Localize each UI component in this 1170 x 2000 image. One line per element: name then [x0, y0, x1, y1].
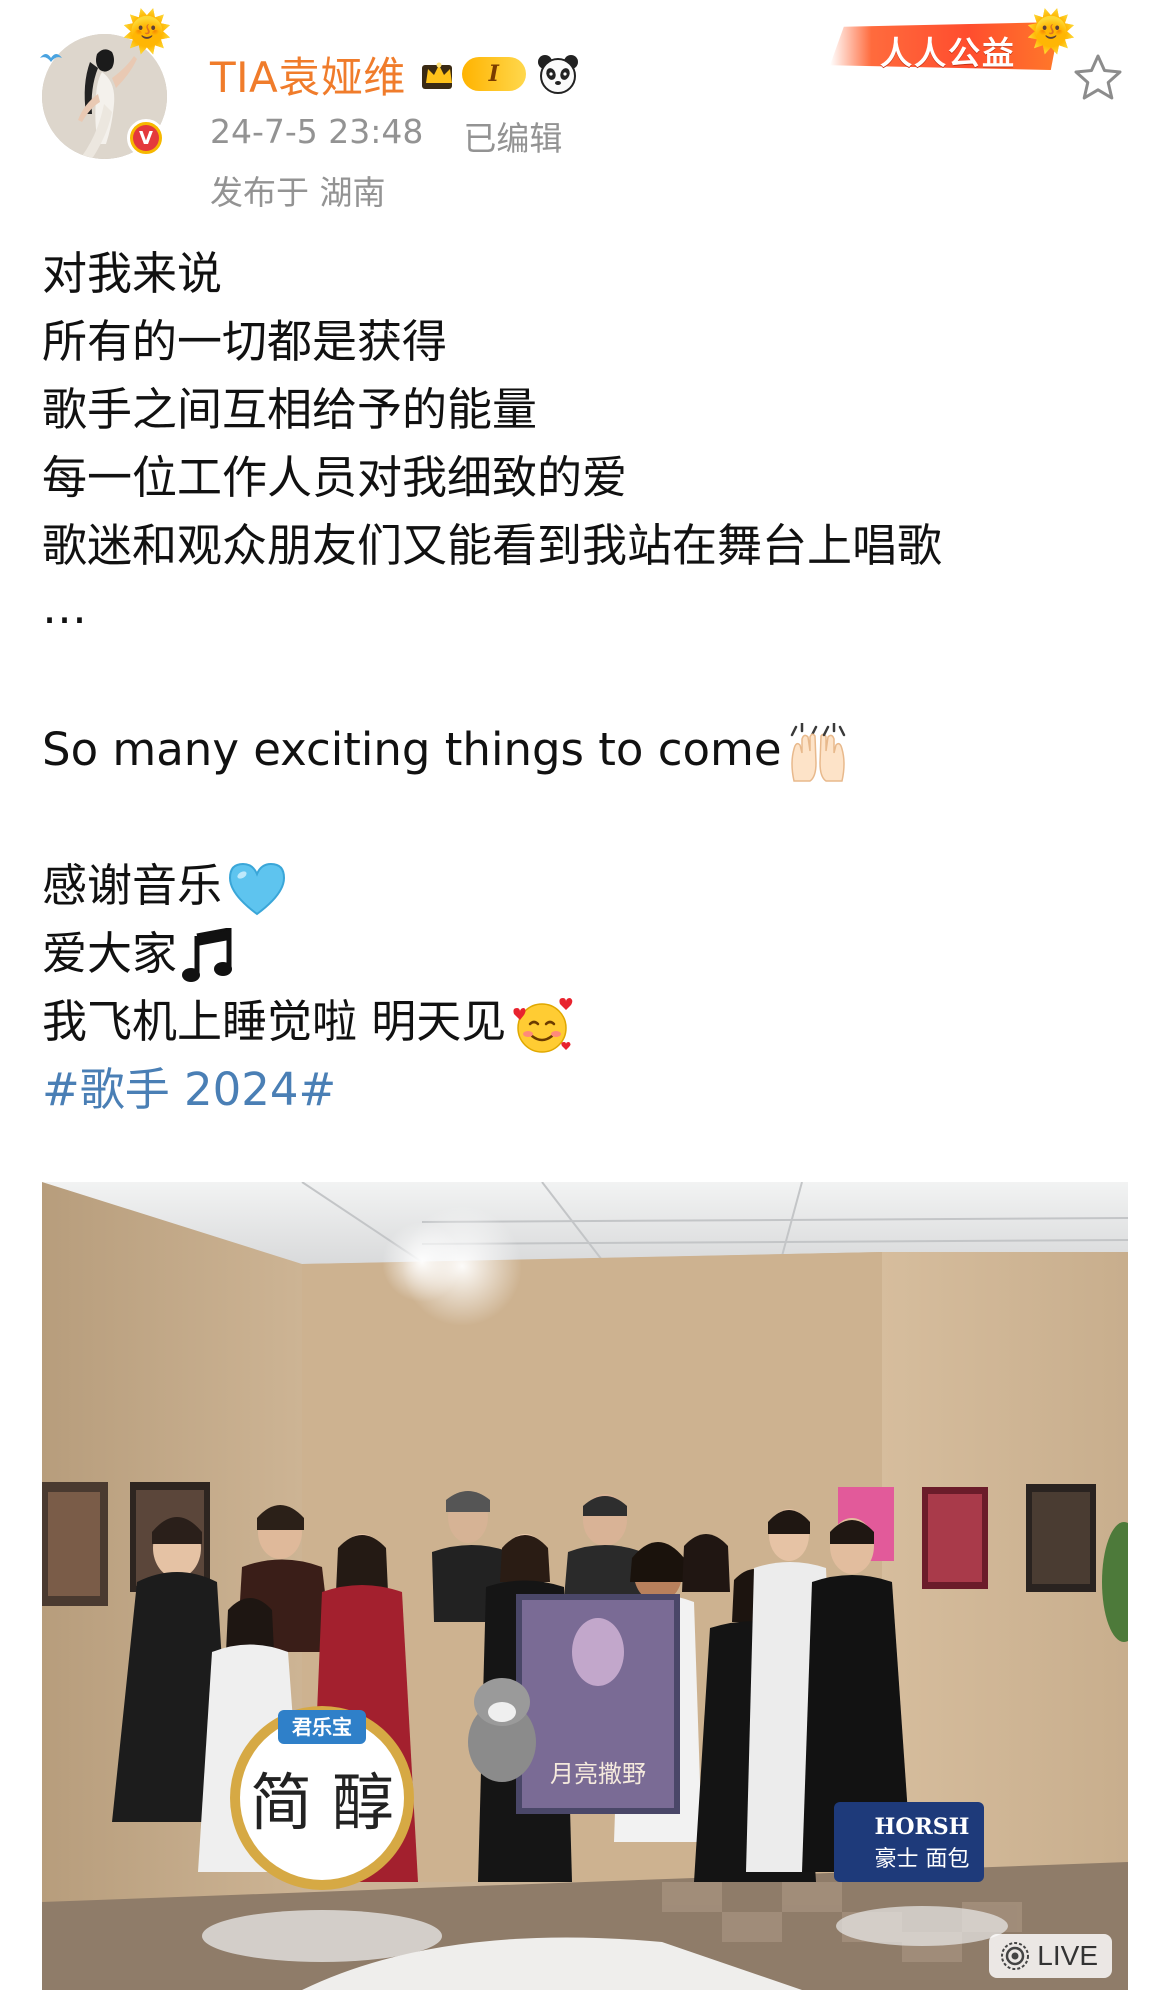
post-header: 🌞 V TIA袁娅维 I 24-7-5 23:48 已编辑 发布于 湖南 人人公… [0, 0, 1170, 220]
live-label: LIVE [1037, 1940, 1098, 1971]
author-name-row: TIA袁娅维 I [210, 44, 580, 104]
panda-icon[interactable] [536, 52, 580, 96]
sign-horsh: HORSH 豪士 面包 [834, 1802, 1008, 1946]
post-text-line: 我飞机上睡觉啦 明天见 [42, 988, 1132, 1056]
post-text-line: #歌手 2024# [42, 1056, 1132, 1124]
post-text-line: 感谢音乐 [42, 852, 1132, 920]
post-location: 发布于 湖南 [210, 173, 386, 212]
svg-text:君乐宝: 君乐宝 [292, 1715, 352, 1739]
live-badge[interactable]: LIVE [989, 1934, 1112, 1978]
post-text: 我飞机上睡觉啦 明天见 [42, 995, 507, 1048]
member-badge[interactable]: I [420, 54, 526, 94]
post-text-line: 爱大家 [42, 920, 1132, 988]
live-icon [1001, 1942, 1030, 1970]
blue-heart-icon [229, 862, 286, 916]
post-text-line: 歌手之间互相给予的能量 [42, 383, 538, 436]
bird-icon [40, 54, 62, 62]
album-poster: 月亮撒野 [516, 1594, 680, 1814]
charity-badge-label: 人人公益 [880, 34, 1017, 72]
star-icon[interactable] [1072, 52, 1124, 104]
verified-badge: V [127, 119, 165, 157]
post-photo[interactable]: 月亮撒野 君乐宝 简 醇 HORSH 豪士 面包 LIVE [42, 1182, 1128, 1990]
plush-toy [468, 1678, 536, 1782]
level-badge: I [461, 57, 526, 91]
post-text-line: 每一位工作人员对我细致的爱 [42, 451, 628, 504]
svg-text:HORSH: HORSH [875, 1814, 970, 1840]
post-text: So many exciting things to come [42, 723, 782, 776]
post-text-line: … [42, 581, 87, 634]
smiling-hearts-icon [513, 998, 573, 1053]
post-meta: 24-7-5 23:48 已编辑 [210, 112, 562, 160]
post-text-line: 对我来说 [42, 247, 223, 300]
hashtag-link[interactable]: #歌手 2024# [42, 1063, 336, 1116]
svg-text:简 醇: 简 醇 [250, 1766, 394, 1839]
post-text-line: 歌迷和观众朋友们又能看到我站在舞台上唱歌 [42, 519, 943, 572]
svg-text:月亮撒野: 月亮撒野 [550, 1760, 646, 1788]
post-text-line-english: So many exciting things to come [42, 716, 1132, 784]
svg-text:豪士 面包: 豪士 面包 [875, 1847, 970, 1872]
sun-icon: 🌞 [122, 9, 172, 55]
author-name[interactable]: TIA袁娅维 [210, 44, 406, 105]
group-photo-illustration: 月亮撒野 君乐宝 简 醇 HORSH 豪士 面包 [42, 1182, 1128, 1990]
charity-badge[interactable]: 人人公益 🌞 [830, 9, 1076, 74]
post-text: 爱大家 [42, 927, 178, 980]
raised-hands-icon [790, 723, 845, 782]
post-body: 对我来说 所有的一切都是获得 歌手之间互相给予的能量 每一位工作人员对我细致的爱… [42, 240, 1132, 1124]
post-timestamp: 24-7-5 23:48 [210, 112, 424, 151]
crown-icon [421, 62, 452, 89]
sun-icon: 🌞 [1026, 9, 1076, 55]
post-text: 感谢音乐 [42, 859, 223, 912]
edited-label[interactable]: 已编辑 [463, 112, 562, 160]
author-avatar[interactable]: 🌞 V [40, 12, 172, 159]
music-note-icon [182, 928, 233, 982]
post-text-line: 所有的一切都是获得 [42, 315, 448, 368]
